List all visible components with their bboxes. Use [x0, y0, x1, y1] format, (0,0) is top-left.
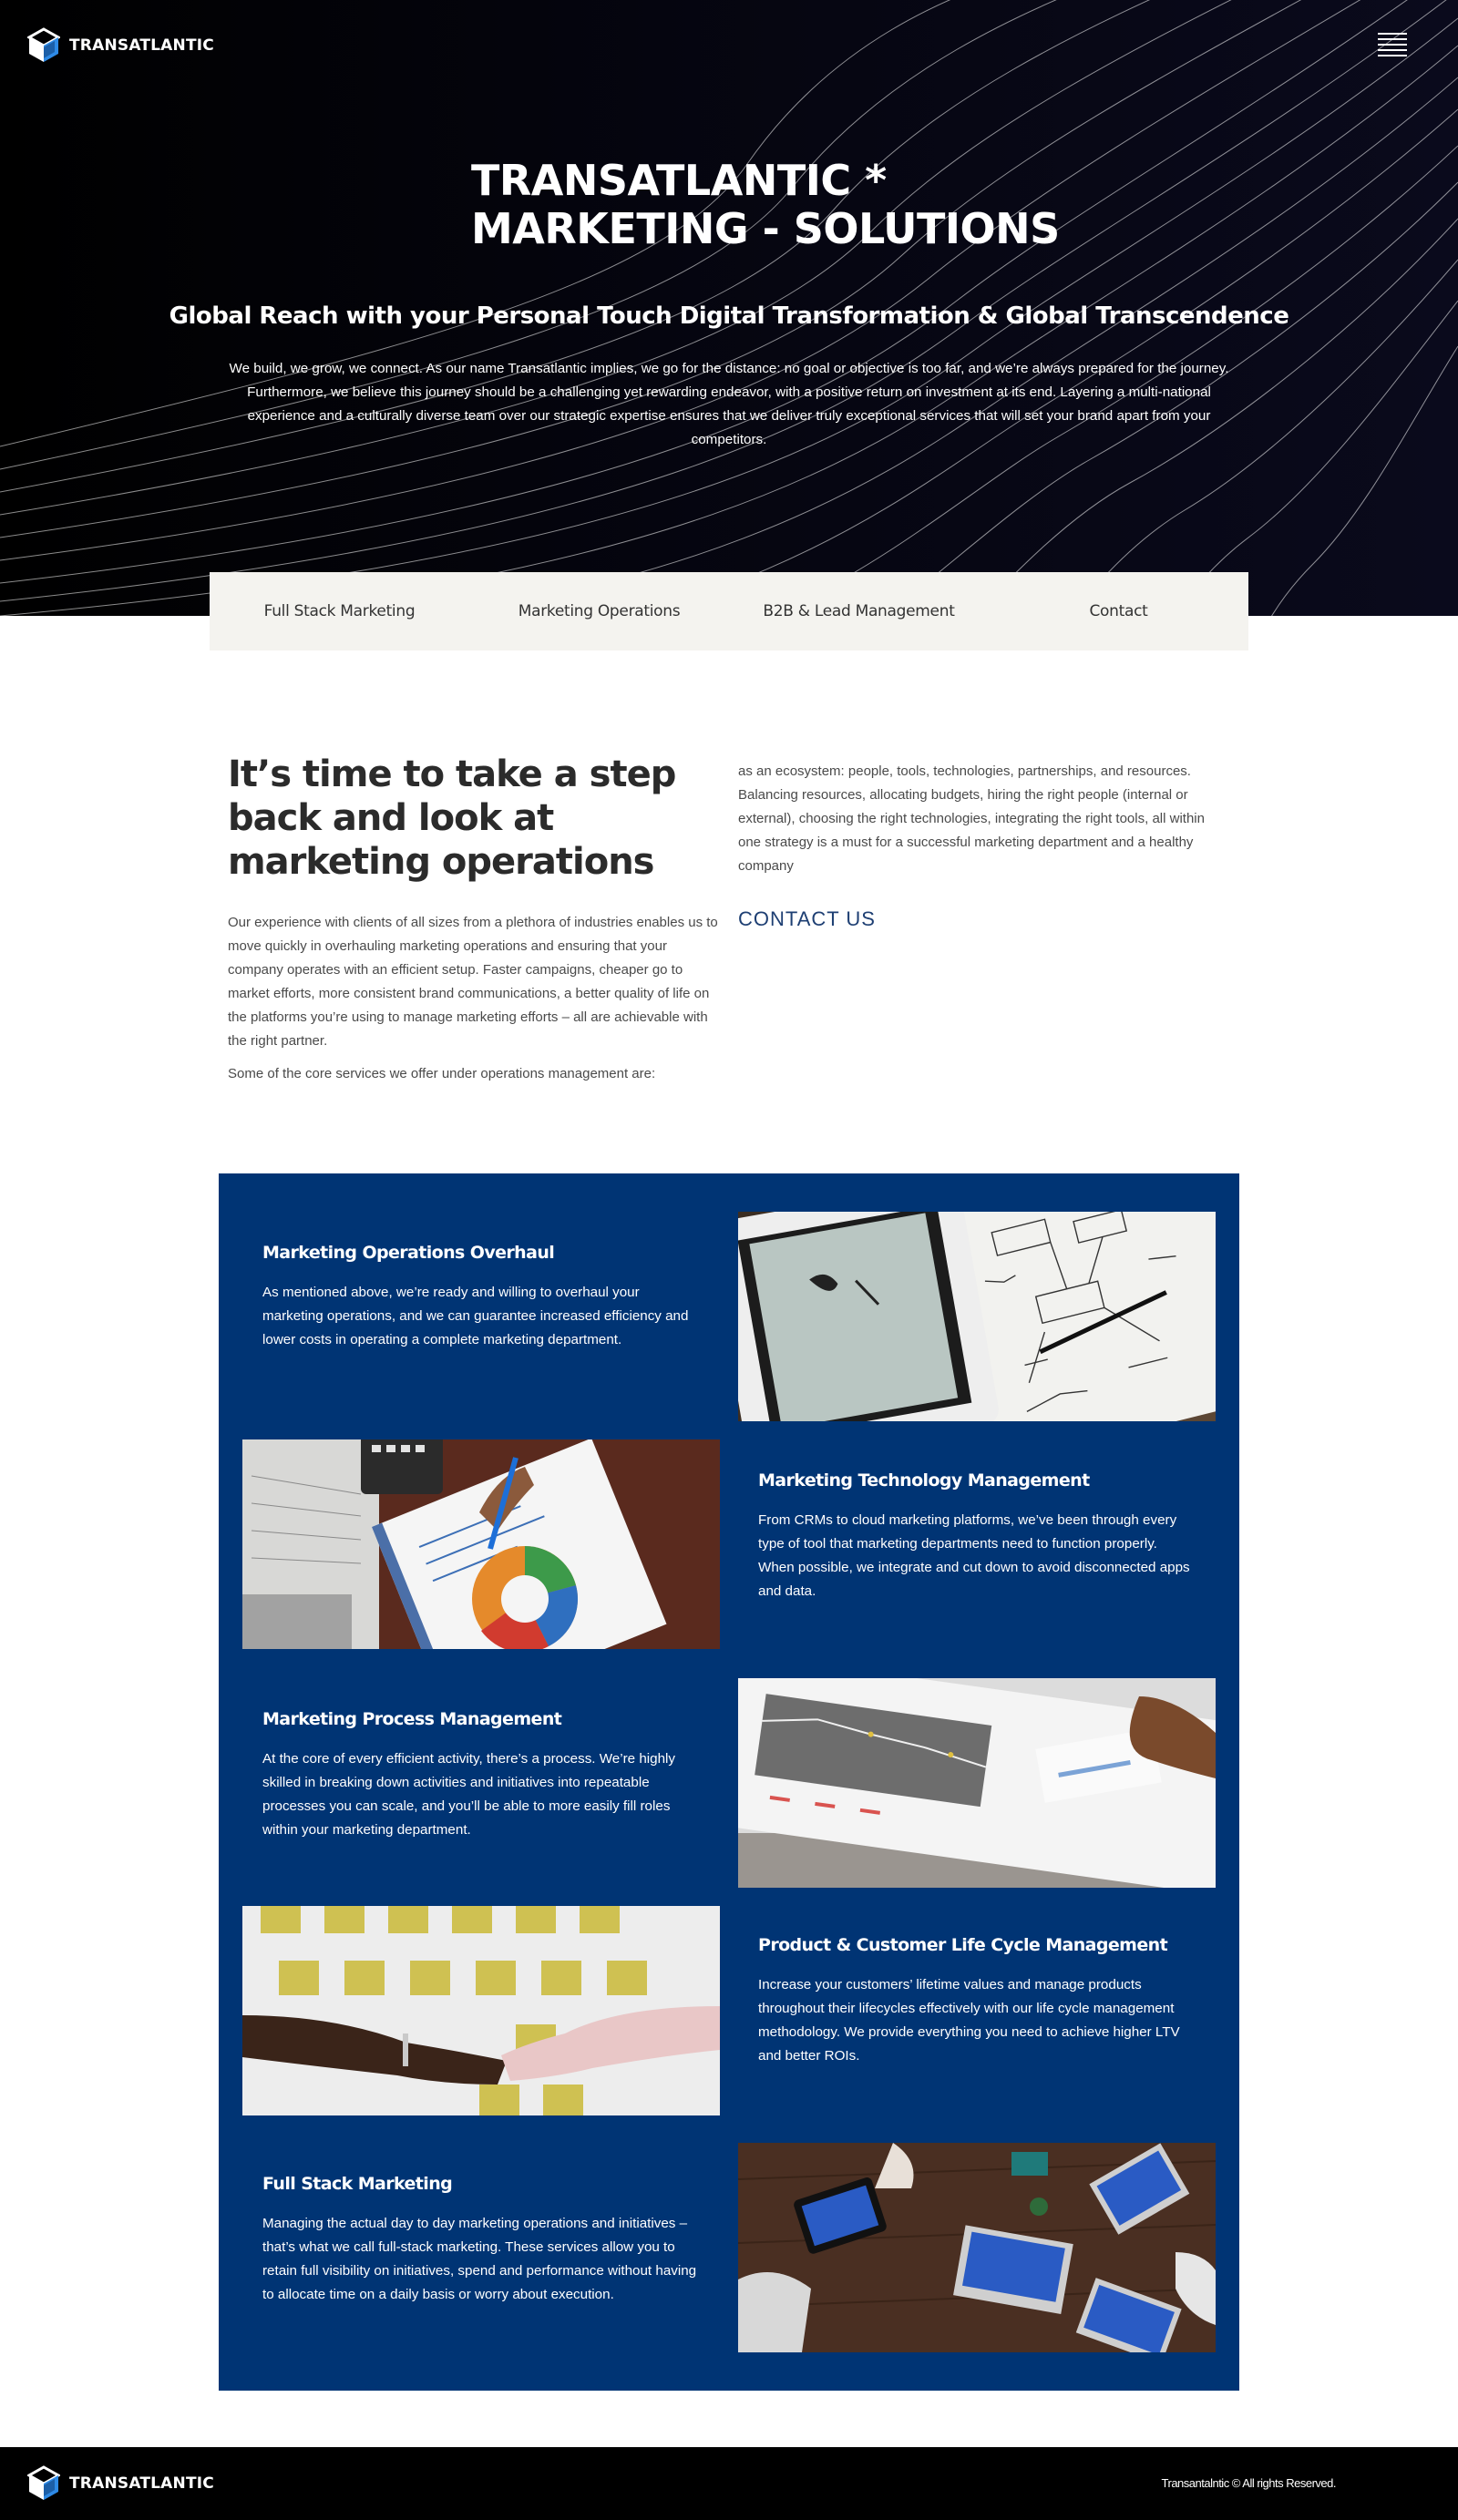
hero-title-line-1: TRANSATLANTIC *: [471, 156, 887, 205]
nav-item-full-stack-marketing[interactable]: Full Stack Marketing: [210, 602, 469, 620]
header-logo[interactable]: TRANSATLANTIC: [27, 27, 214, 64]
service-description: Managing the actual day to day marketing…: [262, 2216, 697, 2302]
hamburger-menu-icon[interactable]: [1378, 33, 1407, 60]
intro-heading: It’s time to take a step back and look a…: [228, 753, 676, 883]
service-description: Increase your customers’ lifetime values…: [758, 1977, 1180, 2064]
intro-right-paragraph: as an ecosystem: people, tools, technolo…: [738, 763, 1205, 874]
tablet-sketch-photo: [738, 1212, 1216, 1421]
line-chart-document-photo: [738, 1678, 1216, 1888]
service-description: As mentioned above, we’re ready and will…: [262, 1285, 689, 1347]
brand-name: TRANSATLANTIC: [69, 36, 214, 55]
service-card-full-stack-marketing: Full Stack Marketing Managing the actual…: [262, 2174, 700, 2307]
footer-logo[interactable]: TRANSATLANTIC: [27, 2465, 214, 2502]
hero-title: TRANSATLANTIC * MARKETING - SOLUTIONS: [471, 157, 1109, 253]
hero-section: TRANSATLANTIC TRANSATLANTIC * MARKETING …: [0, 0, 1458, 616]
intro-paragraph-2: Some of the core services we offer under…: [228, 1066, 656, 1081]
hero-subtitle: Global Reach with your Personal Touch Di…: [169, 302, 1289, 330]
service-title: Marketing Process Management: [262, 1709, 562, 1729]
section-nav-bar: Full Stack Marketing Marketing Operation…: [210, 572, 1248, 650]
service-description: At the core of every efficient activity,…: [262, 1751, 676, 1838]
nav-item-marketing-operations[interactable]: Marketing Operations: [469, 602, 729, 620]
services-section: Marketing Operations Overhaul As mention…: [219, 1173, 1239, 2391]
service-description: From CRMs to cloud marketing platforms, …: [758, 1512, 1190, 1599]
cube-logo-icon: [27, 27, 60, 62]
nav-item-b2b-lead-management[interactable]: B2B & Lead Management: [729, 602, 989, 620]
service-title: Marketing Technology Management: [758, 1470, 1090, 1490]
handshake-sticky-notes-photo: [242, 1906, 720, 2115]
hero-body-text: We build, we grow, we connect. As our na…: [229, 361, 1229, 447]
cube-logo-icon: [27, 2465, 60, 2500]
footer: TRANSATLANTIC Transantalntic © All right…: [0, 2447, 1458, 2520]
service-title: Product & Customer Life Cycle Management: [758, 1935, 1168, 1955]
service-title: Full Stack Marketing: [262, 2174, 453, 2194]
service-title: Marketing Operations Overhaul: [262, 1243, 555, 1263]
pie-chart-calculator-photo: [242, 1439, 720, 1649]
service-card-process-management: Marketing Process Management At the core…: [262, 1709, 700, 1842]
team-laptops-table-photo: [738, 2143, 1216, 2352]
contact-us-link[interactable]: CONTACT US: [738, 907, 876, 931]
brand-name: TRANSATLANTIC: [69, 2474, 214, 2493]
service-card-lifecycle-management: Product & Customer Life Cycle Management…: [758, 1935, 1196, 2068]
service-card-operations-overhaul: Marketing Operations Overhaul As mention…: [262, 1243, 700, 1352]
intro-paragraph-1: Our experience with clients of all sizes…: [228, 915, 718, 1049]
hero-title-line-2: MARKETING - SOLUTIONS: [471, 204, 1060, 253]
service-card-technology-management: Marketing Technology Management From CRM…: [758, 1470, 1196, 1603]
nav-item-contact[interactable]: Contact: [989, 602, 1248, 620]
copyright-text: Transantalntic © All rights Reserved.: [1161, 2476, 1337, 2490]
